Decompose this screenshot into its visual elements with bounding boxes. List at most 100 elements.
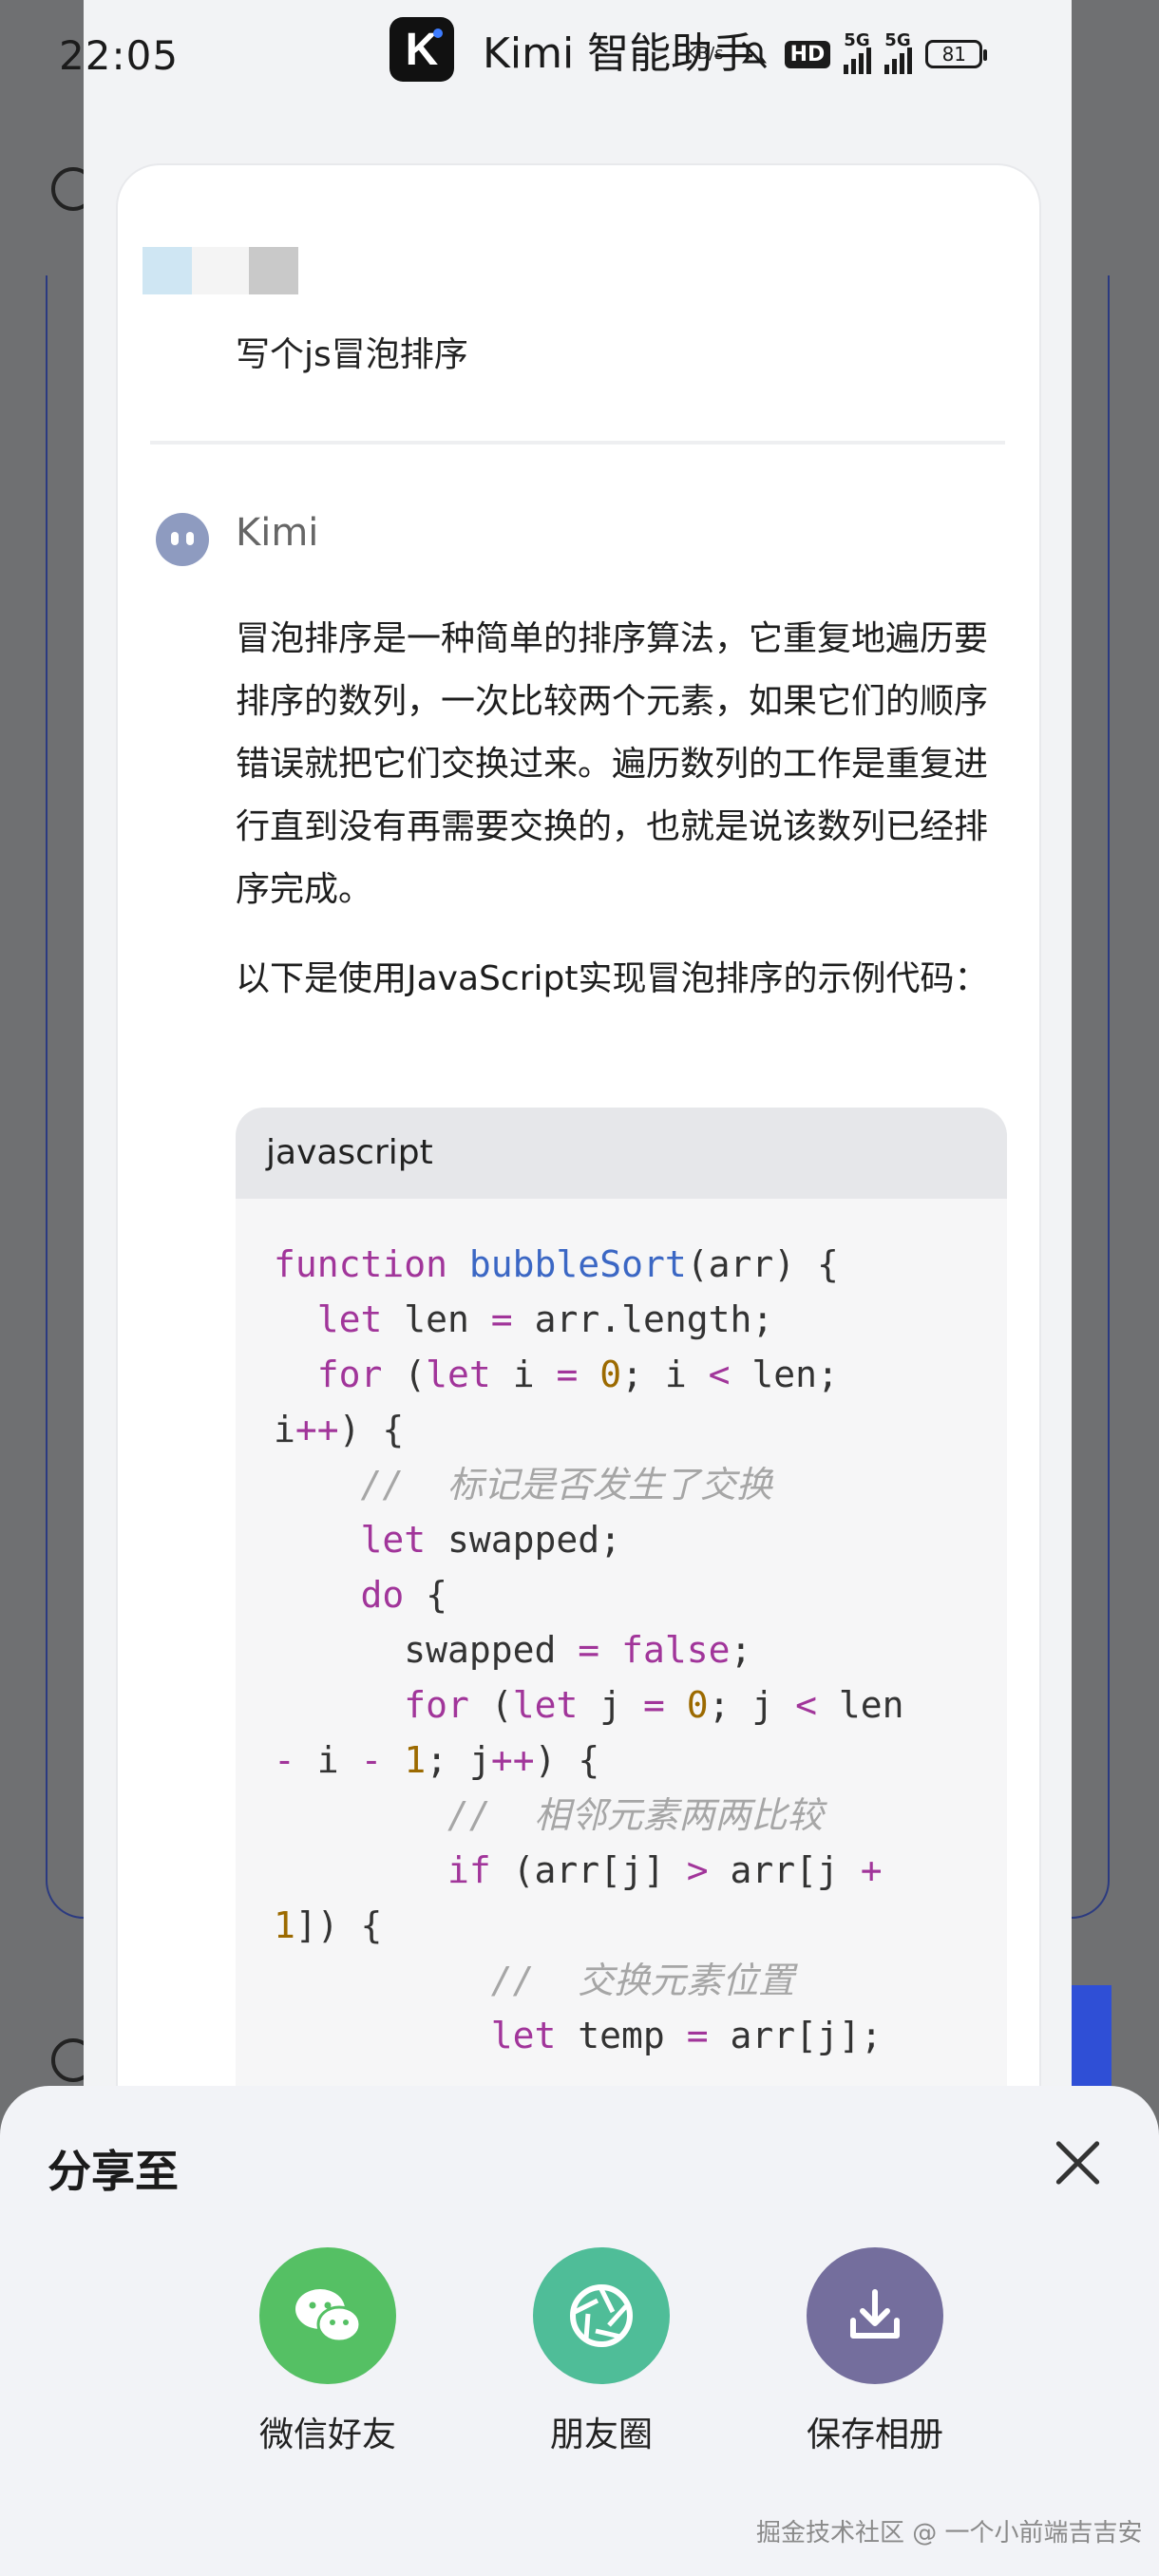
code-token: (arr[j] — [490, 1849, 687, 1891]
code-token: - — [274, 1739, 295, 1781]
status-time: 22:05 — [59, 32, 180, 79]
share-option-label: 保存相册 — [806, 2415, 943, 2454]
code-token: + — [860, 1849, 883, 1891]
share-option-label: 微信好友 — [258, 2415, 396, 2454]
save-to-album-button[interactable]: 保存相册 — [770, 2247, 979, 2456]
code-token: ++ — [490, 1739, 535, 1781]
download-icon — [807, 2247, 943, 2384]
code-token: swapped; — [426, 1519, 622, 1561]
code-token: arr[j]; — [708, 2015, 883, 2056]
code-token: = — [578, 1629, 600, 1671]
wechat-icon — [259, 2247, 396, 2384]
answer-paragraph-1: 冒泡排序是一种简单的排序算法，它重复地遍历要排序的数列，一次比较两个元素，如果它… — [236, 619, 989, 909]
hd-badge: HD — [784, 40, 831, 68]
code-token: let — [490, 2015, 557, 2056]
code-token: false — [621, 1629, 731, 1671]
code-line: if (arr[j] > arr[j + — [274, 1843, 1007, 1898]
share-moments-button[interactable]: 朋友圈 — [497, 2247, 706, 2456]
code-line: for (let j = 0; j < len — [274, 1677, 1007, 1733]
code-token: ) { — [534, 1739, 600, 1781]
code-token: = — [686, 2015, 709, 2056]
watermark: 掘金技术社区 @ 一个小前端吉吉安 — [756, 2519, 1143, 2548]
share-option-label: 朋友圈 — [549, 2415, 653, 2454]
code-token: - — [360, 1739, 383, 1781]
kimi-avatar-icon — [156, 513, 209, 566]
code-block: javascript function bubbleSort(arr) { le… — [236, 1108, 1007, 2247]
code-token: arr[j — [708, 1849, 861, 1891]
code-token: let — [512, 1684, 579, 1726]
code-line: // 标记是否发生了交换 — [274, 1457, 1007, 1512]
share-wechat-button[interactable]: 微信好友 — [223, 2247, 432, 2456]
code-token: ; j — [708, 1684, 796, 1726]
net-speed: KB/s — [686, 44, 724, 64]
code-line: function bubbleSort(arr) { — [274, 1237, 1007, 1292]
code-token: { — [404, 1574, 448, 1616]
code-token: ( — [468, 1684, 513, 1726]
code-line: let swapped; — [274, 1512, 1007, 1567]
code-line: let len = arr.length; — [274, 1292, 1007, 1347]
code-line: // 相邻元素两两比较 — [274, 1788, 1007, 1843]
moments-shutter-icon — [533, 2247, 670, 2384]
code-token: i — [274, 1409, 295, 1450]
code-token: ++ — [294, 1409, 339, 1450]
code-token: < — [795, 1684, 818, 1726]
code-token: (arr) { — [686, 1243, 839, 1285]
code-token: // 标记是否发生了交换 — [360, 1464, 773, 1506]
code-token: ; i — [621, 1354, 709, 1395]
code-token: do — [360, 1574, 405, 1616]
code-token: ]) { — [294, 1904, 383, 1946]
code-token: for — [316, 1354, 383, 1395]
code-body: function bubbleSort(arr) { let len = arr… — [236, 1199, 1007, 2063]
code-token: swapped — [274, 1629, 579, 1671]
code-token: i — [294, 1739, 361, 1781]
code-token: function — [274, 1243, 448, 1285]
code-line: let temp = arr[j]; — [274, 2008, 1007, 2063]
code-token: 0 — [599, 1354, 622, 1395]
code-language: javascript — [236, 1108, 1007, 1199]
user-avatar — [142, 247, 298, 294]
code-token: ; — [730, 1629, 752, 1671]
code-token: if — [447, 1849, 491, 1891]
chat-share-card: 写个js冒泡排序 Kimi 冒泡排序是一种简单的排序算法，它重复地遍历要排序的数… — [118, 165, 1039, 2247]
signal-2-icon: 5G — [884, 30, 913, 74]
code-line: for (let i = 0; i < len; — [274, 1347, 1007, 1402]
code-token: < — [708, 1354, 731, 1395]
code-token: ( — [382, 1354, 427, 1395]
close-icon[interactable] — [1054, 2139, 1102, 2187]
code-token: let — [316, 1298, 383, 1340]
share-title: 分享至 — [48, 2146, 179, 2197]
code-line: 1]) { — [274, 1898, 1007, 1953]
code-token: ) { — [338, 1409, 405, 1450]
user-message: 写个js冒泡排序 — [236, 335, 468, 374]
code-token: = — [490, 1298, 513, 1340]
code-token: len; — [730, 1354, 839, 1395]
code-token: bubbleSort — [468, 1243, 687, 1285]
code-token: 1 — [274, 1904, 295, 1946]
code-token: // 交换元素位置 — [490, 1960, 795, 2001]
code-token: for — [404, 1684, 469, 1726]
code-token: len — [817, 1684, 904, 1726]
assistant-name: Kimi — [236, 511, 319, 555]
code-token: 0 — [686, 1684, 709, 1726]
divider — [150, 441, 1005, 445]
battery-icon: 81 — [925, 40, 988, 68]
kimi-logo-icon: K — [390, 17, 454, 82]
code-token: arr.length; — [512, 1298, 774, 1340]
code-line: // 交换元素位置 — [274, 1953, 1007, 2008]
code-token: let — [360, 1519, 427, 1561]
code-token: len — [382, 1298, 491, 1340]
answer-paragraph-2: 以下是使用JavaScript实现冒泡排序的示例代码： — [236, 959, 989, 998]
